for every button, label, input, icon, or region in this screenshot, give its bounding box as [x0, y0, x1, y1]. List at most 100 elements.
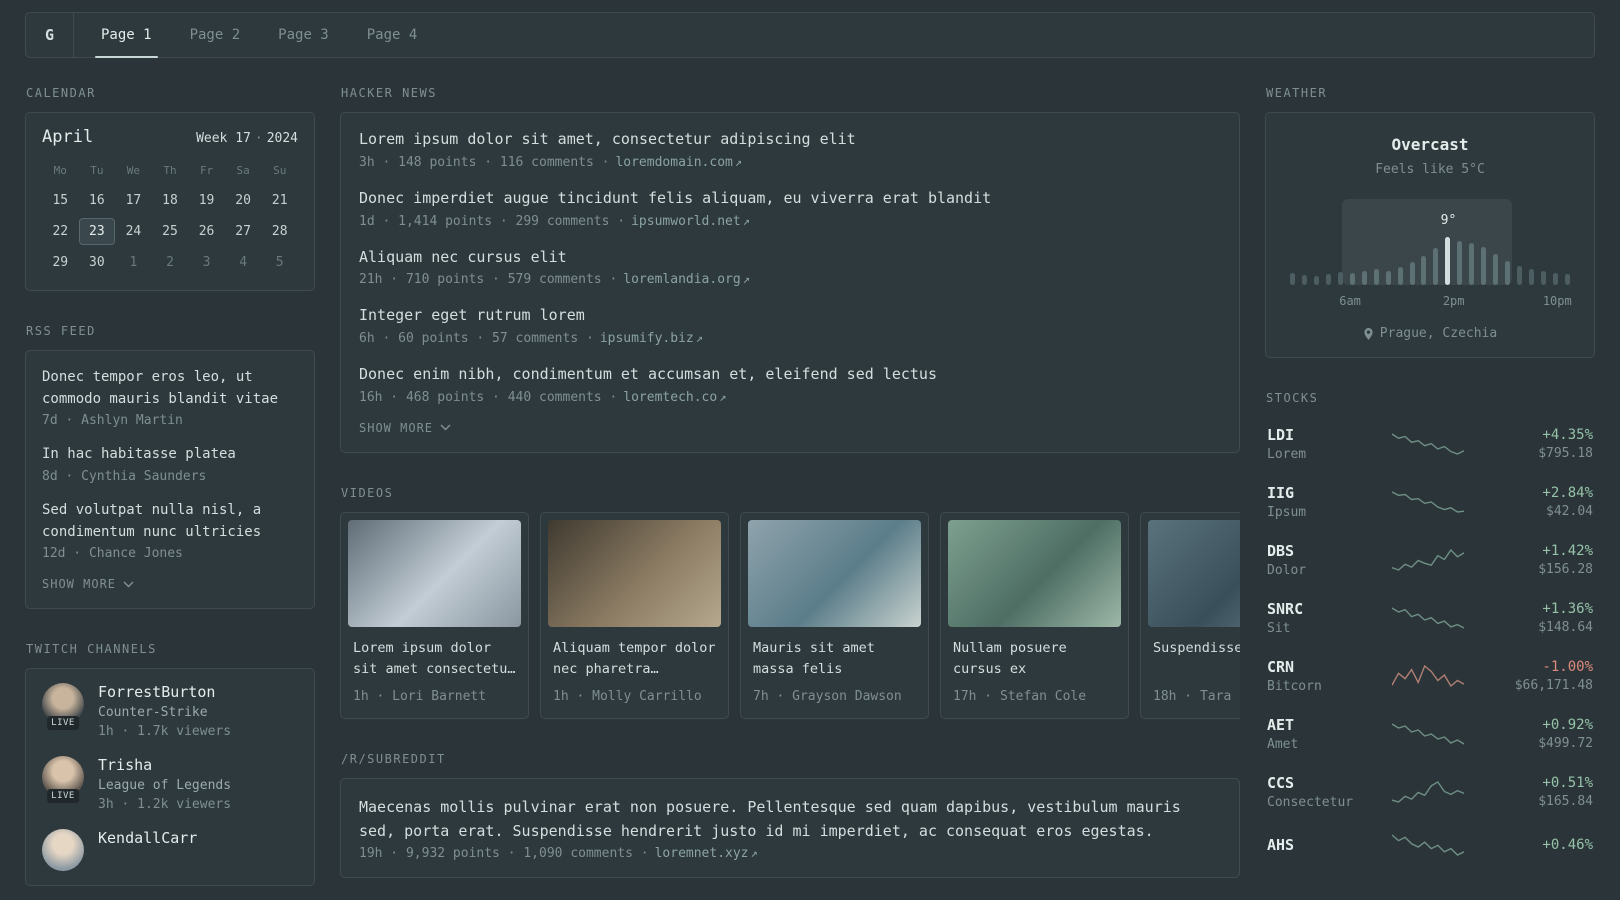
hackernews-item: Integer eget rutrum lorem 6h · 60 points… [359, 305, 1221, 346]
external-link-icon: ↗ [742, 213, 750, 228]
video-card[interactable]: Aliquam tempor dolor nec pharetra… 1h · … [540, 511, 729, 719]
hackernews-item-stats: 1d · 1,414 points · 299 comments · [359, 213, 626, 229]
hackernews-list: Lorem ipsum dolor sit amet, consectetur … [359, 129, 1221, 405]
video-card[interactable]: Suspendisse diam 18h · Tara [1140, 511, 1240, 719]
video-card[interactable]: Mauris sit amet massa felis 7h · Grayson… [740, 511, 929, 719]
live-badge: LIVE [47, 716, 79, 731]
external-link-icon: ↗ [719, 389, 727, 404]
stock-name: Ipsum [1267, 505, 1307, 520]
app-logo[interactable]: G [26, 13, 74, 57]
hackernews-item-title[interactable]: Donec enim nibh, condimentum et accumsan… [359, 364, 1221, 386]
rss-show-more-button[interactable]: SHOW MORE [42, 577, 134, 591]
weather-times: 6am 2pm 10pm [1282, 294, 1578, 309]
stock-row[interactable]: SNRC Sit +1.36% $148.64 [1265, 589, 1595, 647]
hackernews-item-title[interactable]: Aliquam nec cursus elit [359, 247, 1221, 269]
calendar-month: April [42, 127, 94, 147]
video-thumbnail [948, 519, 1121, 627]
video-card[interactable]: Lorem ipsum dolor sit amet consectetu… 1… [340, 511, 529, 719]
hackernews-item-domain-link[interactable]: loremlandia.org [623, 272, 740, 287]
channel-info: Trisha League of Legends 3h · 1.2k viewe… [98, 756, 231, 812]
hackernews-item-title[interactable]: Integer eget rutrum lorem [359, 305, 1221, 327]
calendar-day-cell: 24 [125, 224, 142, 239]
current-temp-label: 9° [1440, 213, 1457, 228]
stock-ticker: SNRC [1267, 600, 1304, 618]
rss-item-title[interactable]: Donec tempor eros leo, ut commodo mauris… [42, 367, 298, 410]
location-pin-icon [1364, 327, 1373, 340]
calendar-day-header: Tu [90, 164, 104, 177]
subreddit-item-title[interactable]: Maecenas mollis pulvinar erat non posuer… [359, 795, 1221, 843]
hackernews-item-meta: 6h · 60 points · 57 comments · ipsumify.b… [359, 331, 1221, 346]
page-tab[interactable]: Page 3 [259, 13, 348, 57]
hackernews-item-domain-link[interactable]: ipsumify.biz [600, 331, 694, 346]
weather-time-label: 2pm [1442, 294, 1465, 308]
video-thumbnail [748, 519, 921, 627]
videos-widget-title: VIDEOS [341, 485, 394, 500]
twitch-channel-row[interactable]: KendallCarr [42, 829, 298, 872]
stock-row[interactable]: AHS +0.46% [1265, 821, 1595, 869]
hackernews-item-domain-link[interactable]: ipsumworld.net [631, 214, 741, 229]
stock-identity: IIG Ipsum [1267, 484, 1363, 520]
avatar [42, 829, 84, 872]
videos-widget: VIDEOS Lorem ipsum dolor sit amet consec… [340, 486, 1240, 719]
calendar-day-cell: 25 [162, 224, 178, 239]
hackernews-item-domain-link[interactable]: loremdomain.com [615, 155, 732, 170]
stock-row[interactable]: IIG Ipsum +2.84% $42.04 [1265, 473, 1595, 531]
weather-hour-bar [1493, 254, 1499, 285]
rss-item-title[interactable]: In hac habitasse platea [42, 444, 298, 466]
twitch-channel-row[interactable]: LIVE ForrestBurton Counter-Strike 1h · 1… [42, 683, 298, 739]
stock-row[interactable]: AET Amet +0.92% $499.72 [1265, 705, 1595, 763]
channel-game: League of Legends [98, 778, 232, 794]
stock-row[interactable]: CRN Bitcorn -1.00% $66,171.48 [1265, 647, 1595, 705]
stock-ticker: LDI [1267, 426, 1295, 444]
weather-hour-bar [1517, 266, 1523, 285]
calendar-day-cell: 17 [125, 193, 142, 208]
calendar-day-cell: 3 [202, 255, 211, 270]
calendar-day-cell: 16 [89, 193, 105, 208]
stock-row[interactable]: LDI Lorem +4.35% $795.18 [1265, 415, 1595, 473]
stock-price: $66,171.48 [1514, 678, 1593, 693]
left-column: CALENDAR April Week 17 · 2024 Mo Tu We Th Fr Sa… [25, 86, 315, 900]
rss-item-meta: 7d · Ashlyn Martin [42, 413, 183, 429]
hackernews-card: Lorem ipsum dolor sit amet, consectetur … [340, 112, 1240, 453]
stock-sparkline-wrap [1363, 663, 1493, 689]
stock-row[interactable]: DBS Dolor +1.42% $156.28 [1265, 531, 1595, 589]
weather-hour-bar [1397, 267, 1403, 285]
hackernews-item-title[interactable]: Donec imperdiet augue tincidunt felis al… [359, 188, 1221, 210]
video-thumbnail [348, 519, 521, 627]
calendar-day-cell: 28 [271, 224, 288, 239]
stock-name: Bitcorn [1267, 679, 1322, 694]
stock-change: +1.36% [1542, 601, 1593, 617]
stock-price: $42.04 [1546, 504, 1593, 519]
videos-row: Lorem ipsum dolor sit amet consectetu… 1… [340, 511, 1240, 719]
video-card[interactable]: Nullam posuere cursus ex 17h · Stefan Co… [940, 511, 1129, 719]
twitch-widget: TWITCH CHANNELS LIVE ForrestBurton Count… [25, 642, 315, 887]
weather-location: Prague, Czechia [1282, 326, 1578, 341]
calendar-week-year: Week 17 · 2024 [196, 131, 298, 146]
video-title: Lorem ipsum dolor sit amet consectetu… [353, 639, 516, 677]
hackernews-item-title[interactable]: Lorem ipsum dolor sit amet, consectetur … [359, 129, 1221, 151]
hackernews-show-more-button[interactable]: SHOW MORE [359, 421, 451, 435]
twitch-channel-row[interactable]: LIVE Trisha League of Legends 3h · 1.2k … [42, 756, 298, 812]
weather-hour-bar [1445, 237, 1451, 285]
stock-identity: AHS [1267, 836, 1363, 854]
external-link-icon: ↗ [750, 845, 758, 860]
page-tab[interactable]: Page 4 [348, 13, 437, 57]
stock-sparkline-chart [1392, 723, 1464, 745]
weather-hour-bar [1325, 274, 1331, 285]
page-tab[interactable]: Page 1 [82, 13, 171, 58]
video-meta: 7h · Grayson Dawson [753, 688, 902, 704]
hackernews-item-domain-link[interactable]: loremtech.co [623, 390, 717, 405]
stock-identity: LDI Lorem [1267, 426, 1363, 462]
weather-hour-bar [1361, 271, 1367, 285]
rss-item-title[interactable]: Sed volutpat nulla nisl, a condimentum n… [42, 500, 298, 543]
stock-change: +0.92% [1542, 717, 1593, 733]
page-tab[interactable]: Page 2 [171, 13, 260, 57]
subreddit-item-domain-link[interactable]: loremnet.xyz [655, 846, 749, 861]
stock-row[interactable]: CCS Consectetur +0.51% $165.84 [1265, 763, 1595, 821]
channel-name: Trisha [98, 756, 153, 775]
stock-identity: CCS Consectetur [1267, 774, 1363, 810]
weather-hour-bar [1409, 262, 1415, 285]
calendar-day-header: Fr [199, 164, 214, 177]
stock-sparkline-wrap [1363, 721, 1493, 747]
stock-price: $156.28 [1538, 562, 1593, 577]
